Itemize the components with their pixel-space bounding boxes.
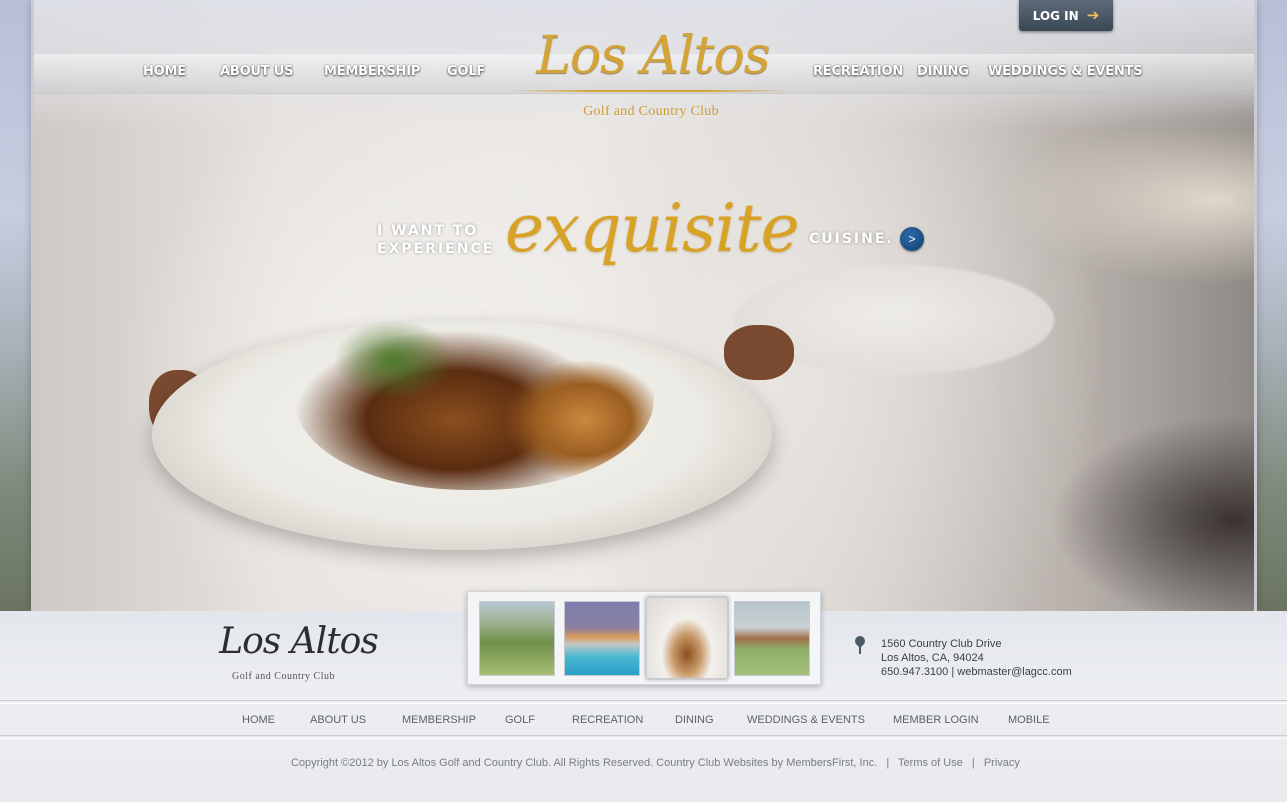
phone-number: 650.947.3100 bbox=[881, 666, 949, 678]
site-logo-subtitle: Golf and Country Club bbox=[583, 104, 719, 119]
divider bbox=[0, 700, 1287, 704]
thumbnail-pool[interactable] bbox=[564, 601, 640, 676]
footer-nav-about-us[interactable]: ABOUT US bbox=[310, 714, 366, 726]
hand-right bbox=[724, 325, 794, 380]
footer-nav-golf[interactable]: GOLF bbox=[505, 714, 535, 726]
thumbnail-golf-course[interactable] bbox=[479, 601, 555, 676]
address-block: 1560 Country Club Drive Los Altos, CA, 9… bbox=[881, 637, 1072, 679]
arrow-right-icon: ➔ bbox=[1086, 6, 1100, 24]
separator: | bbox=[886, 757, 890, 769]
address-city: Los Altos, CA, 94024 bbox=[881, 652, 984, 664]
nav-weddings-events[interactable]: WEDDINGS & EVENTS bbox=[988, 64, 1143, 79]
privacy-link[interactable]: Privacy bbox=[984, 757, 1020, 769]
logo-swash bbox=[510, 90, 790, 92]
footer-logo[interactable]: Los Altos bbox=[196, 624, 401, 660]
slide-thumbnails bbox=[467, 591, 821, 685]
hero-go-button[interactable]: > bbox=[900, 227, 924, 251]
address-street: 1560 Country Club Drive bbox=[881, 638, 1002, 650]
copyright-text: Copyright ©2012 by Los Altos Golf and Co… bbox=[291, 757, 878, 769]
footer-nav-member-login[interactable]: MEMBER LOGIN bbox=[893, 714, 979, 726]
tagline-prefix-line2: EXPERIENCE bbox=[377, 241, 495, 257]
separator: | bbox=[971, 757, 975, 769]
tagline-prefix-line1: I WANT TO bbox=[377, 223, 479, 239]
footer-nav-dining[interactable]: DINING bbox=[675, 714, 714, 726]
email-link[interactable]: webmaster@lagcc.com bbox=[957, 666, 1071, 678]
nav-dining[interactable]: DINING bbox=[917, 64, 969, 79]
login-button[interactable]: LOG IN ➔ bbox=[1019, 0, 1113, 31]
nav-golf[interactable]: GOLF bbox=[447, 64, 485, 79]
terms-of-use-link[interactable]: Terms of Use bbox=[898, 757, 963, 769]
nav-about-us[interactable]: ABOUT US bbox=[220, 64, 293, 79]
tagline-suffix: CUISINE. bbox=[809, 231, 894, 247]
site-logo[interactable]: Los Altos bbox=[508, 30, 798, 82]
footer-logo-subtitle: Golf and Country Club bbox=[232, 671, 335, 682]
footer-nav-home[interactable]: HOME bbox=[242, 714, 275, 726]
copyright-line: Copyright ©2012 by Los Altos Golf and Co… bbox=[291, 757, 1020, 769]
tagline-prefix: I WANT TO EXPERIENCE bbox=[377, 222, 494, 258]
thumbnail-clubhouse[interactable] bbox=[734, 601, 810, 676]
divider bbox=[0, 735, 1287, 739]
nav-membership[interactable]: MEMBERSHIP bbox=[324, 64, 420, 79]
map-pin-icon-tail bbox=[859, 646, 861, 654]
footer-nav-recreation[interactable]: RECREATION bbox=[572, 714, 643, 726]
tagline-highlight: exquisite bbox=[505, 190, 800, 267]
login-label: LOG IN bbox=[1032, 8, 1079, 23]
footer-nav-weddings-events[interactable]: WEDDINGS & EVENTS bbox=[747, 714, 865, 726]
thumbnail-dining[interactable] bbox=[646, 597, 728, 679]
nav-home[interactable]: HOME bbox=[143, 64, 186, 79]
contact-line: 650.947.3100 | webmaster@lagcc.com bbox=[881, 665, 1072, 679]
footer-nav-membership[interactable]: MEMBERSHIP bbox=[402, 714, 476, 726]
nav-recreation[interactable]: RECREATION bbox=[813, 64, 903, 79]
footer-nav-mobile[interactable]: MOBILE bbox=[1008, 714, 1050, 726]
chevron-right-icon: > bbox=[908, 232, 916, 246]
plated-dish bbox=[294, 300, 654, 490]
